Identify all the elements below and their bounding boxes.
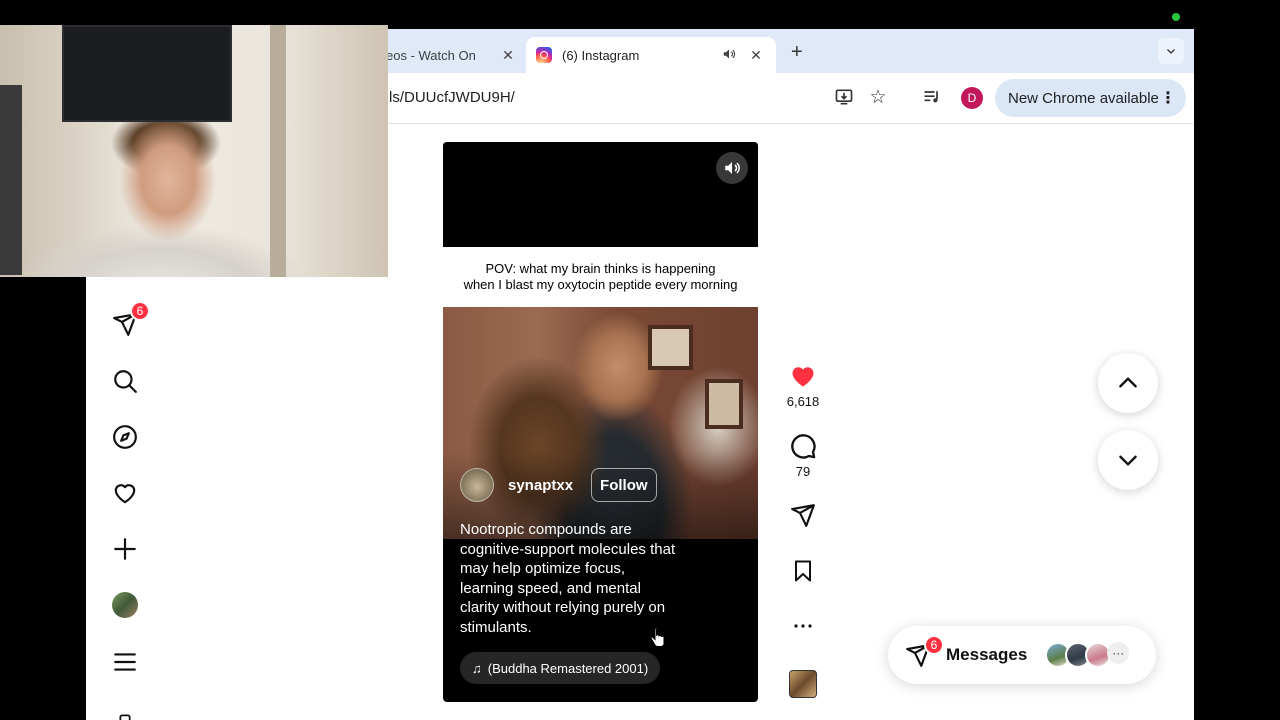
search-icon: [114, 370, 137, 393]
save-action[interactable]: [788, 558, 818, 584]
close-icon[interactable]: ✕: [500, 47, 516, 64]
recording-indicator: [1172, 13, 1180, 21]
square-icon: [119, 714, 131, 720]
close-icon[interactable]: ✕: [748, 47, 764, 64]
notification-badge: 6: [130, 301, 150, 321]
sidebar-item-notifications[interactable]: [110, 478, 140, 508]
audio-playing-icon[interactable]: [722, 47, 736, 64]
new-chrome-available-button[interactable]: New Chrome available ⋮: [995, 79, 1186, 117]
tab-title: eos - Watch On: [386, 47, 476, 63]
webcam-background-shelf: [0, 85, 22, 275]
webcam-background-tv: [62, 25, 232, 122]
hamburger-menu-icon: [114, 653, 136, 671]
comment-action[interactable]: 79: [788, 432, 818, 479]
background-painting: [705, 379, 743, 429]
audio-title: (Buddha Remastered 2001): [487, 660, 649, 676]
next-reel-button[interactable]: [1098, 430, 1158, 490]
sidebar-item-create[interactable]: [110, 534, 140, 564]
sidebar-item-more[interactable]: [110, 647, 140, 677]
kebab-menu-icon[interactable]: ⋮: [1160, 88, 1176, 108]
tab-watch[interactable]: eos - Watch On ✕: [386, 37, 528, 73]
tab-search-chevron-icon[interactable]: [1158, 38, 1184, 64]
heart-filled-icon: [792, 367, 814, 387]
audio-thumbnail: [789, 670, 817, 698]
messages-icon: 6: [904, 635, 944, 669]
mute-toggle-button[interactable]: [716, 152, 748, 184]
new-tab-button[interactable]: +: [791, 41, 803, 64]
webcam-overlay: [0, 25, 388, 277]
author-avatar[interactable]: [460, 468, 494, 502]
more-conversations-icon: ···: [1107, 642, 1130, 664]
reel-caption-overlay: POV: what my brain thinks is happening w…: [443, 247, 758, 307]
update-label: New Chrome available: [1008, 89, 1159, 107]
sidebar-item-also-from-meta[interactable]: [110, 705, 140, 720]
comment-icon: [791, 434, 816, 459]
caption-line: when I blast my oxytocin peptide every m…: [463, 277, 738, 292]
caption-line: POV: what my brain thinks is happening: [485, 261, 716, 276]
chevron-up-icon: [1119, 377, 1137, 388]
share-action[interactable]: [788, 502, 818, 528]
notification-badge: 6: [924, 635, 944, 655]
heart-icon: [114, 484, 136, 504]
hand-cursor-icon: [650, 628, 665, 647]
media-controls-icon[interactable]: [920, 85, 944, 109]
reel-description[interactable]: Nootropic compounds are cognitive-suppor…: [460, 520, 680, 637]
tab-title: (6) Instagram: [562, 47, 640, 63]
original-audio-action[interactable]: [788, 670, 818, 698]
recent-conversations: ···: [1045, 642, 1130, 668]
share-icon: [791, 504, 815, 527]
reel-player[interactable]: POV: what my brain thinks is happening w…: [443, 142, 758, 702]
sidebar-item-explore[interactable]: [110, 422, 140, 452]
bookmark-star-icon[interactable]: ☆: [866, 85, 890, 109]
avatar: [112, 592, 138, 618]
messages-label: Messages: [946, 645, 1028, 664]
music-note-icon: ♫: [472, 660, 482, 676]
background-painting: [648, 325, 693, 370]
bookmark-icon: [795, 560, 811, 582]
sidebar-item-profile[interactable]: [110, 590, 140, 620]
sidebar-item-search[interactable]: [110, 366, 140, 396]
plus-icon: [114, 538, 136, 560]
install-app-icon[interactable]: [832, 85, 856, 109]
instagram-favicon-icon: [536, 47, 552, 63]
audio-chip[interactable]: ♫ (Buddha Remastered 2001): [460, 652, 661, 684]
follow-button[interactable]: Follow: [591, 468, 657, 502]
like-action[interactable]: 6,618: [786, 362, 820, 409]
screen: eos - Watch On ✕ (6) Instagram ✕ + ls/DU…: [0, 0, 1280, 720]
comment-count: 79: [795, 464, 811, 479]
like-count: 6,618: [786, 394, 820, 409]
more-dots-icon: [794, 624, 812, 628]
profile-avatar[interactable]: D: [961, 87, 983, 109]
compass-icon: [113, 425, 137, 449]
previous-reel-button[interactable]: [1098, 353, 1158, 413]
author-row: synaptxx Follow: [460, 468, 657, 502]
webcam-background-door: [270, 25, 286, 277]
author-username[interactable]: synaptxx: [508, 477, 573, 494]
volume-icon: [725, 162, 740, 174]
more-options-action[interactable]: [788, 614, 818, 638]
reel-top-bar: [443, 142, 758, 247]
tab-instagram[interactable]: (6) Instagram ✕: [526, 37, 776, 73]
url-text[interactable]: ls/DUUcfJWDU9H/: [389, 89, 515, 106]
sidebar-item-messages[interactable]: 6: [110, 301, 150, 339]
chevron-down-icon: [1119, 455, 1137, 466]
messages-button[interactable]: 6 Messages ···: [888, 626, 1156, 684]
